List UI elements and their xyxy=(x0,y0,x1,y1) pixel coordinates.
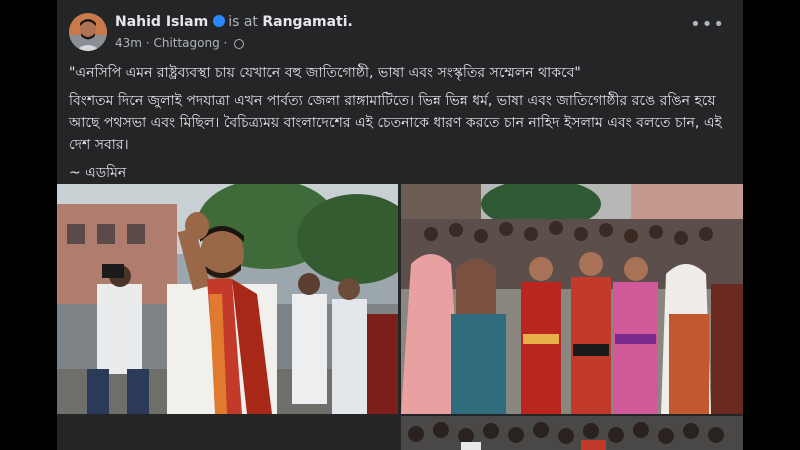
verified-badge-icon xyxy=(213,15,226,27)
meta-separator: · xyxy=(145,36,150,50)
photo-crowd-strip[interactable] xyxy=(401,416,743,450)
author-avatar[interactable] xyxy=(69,13,107,51)
globe-icon[interactable] xyxy=(234,39,245,49)
facebook-post: Nahid Islam is at Rangamati. 43m · Chitta… xyxy=(57,0,743,450)
meta-separator-2: · xyxy=(223,36,228,50)
post-signature: ~ এডমিন xyxy=(69,165,127,181)
post-header: Nahid Islam is at Rangamati. 43m · Chitta… xyxy=(57,0,743,60)
post-quote: "এনসিপি এমন রাষ্ট্রব্যবস্থা চায় যেখানে … xyxy=(69,65,581,81)
photo-march-women[interactable] xyxy=(401,184,743,414)
post-text: "এনসিপি এমন রাষ্ট্রব্যবস্থা চায় যেখানে … xyxy=(69,62,729,190)
place-link[interactable]: Rangamati. xyxy=(262,14,353,30)
post-body: বিংশতম দিনে জুলাই পদযাত্রা এখন পার্বত্য … xyxy=(69,93,722,153)
photo-march-leader[interactable] xyxy=(57,184,398,414)
author-name[interactable]: Nahid Islam xyxy=(115,14,208,30)
post-location[interactable]: Chittagong xyxy=(153,36,219,50)
more-options-icon[interactable]: ••• xyxy=(690,16,725,34)
author-line: Nahid Islam is at Rangamati. xyxy=(115,14,353,30)
post-meta: 43m · Chittagong · xyxy=(115,36,245,50)
photo-strip-left xyxy=(57,416,398,450)
post-time[interactable]: 43m xyxy=(115,36,142,50)
is-at-text: is at xyxy=(228,14,258,30)
